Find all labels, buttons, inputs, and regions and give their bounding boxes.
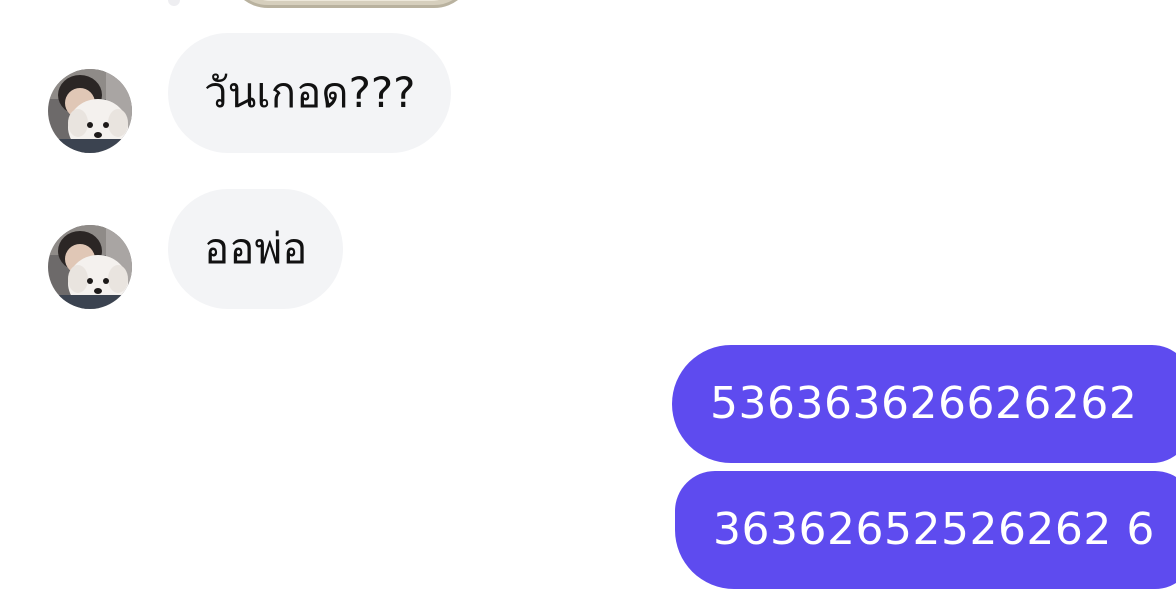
incoming-message-bubble[interactable]: วันเกอด??? <box>168 33 452 153</box>
message-text: วันเกอด??? <box>204 68 416 117</box>
chat-thread: วันเกอด??? ออพ่อ 536363626626262 3636265… <box>0 0 1176 590</box>
message-text: 536363626626262 <box>710 378 1138 429</box>
outgoing-message-bubble[interactable]: 536363626626262 <box>672 345 1176 463</box>
message-text: 36362652526262 6 <box>713 504 1155 555</box>
outgoing-message-bubble[interactable]: 36362652526262 6 <box>675 471 1176 589</box>
avatar-photo-icon <box>48 69 132 153</box>
incoming-message-bubble[interactable]: ออพ่อ <box>168 189 344 309</box>
message-tail-dot <box>168 0 180 6</box>
sender-avatar[interactable] <box>48 225 132 309</box>
image-preview <box>237 0 465 1</box>
sender-avatar[interactable] <box>48 69 132 153</box>
message-text: ออพ่อ <box>204 224 308 273</box>
avatar-photo-icon <box>48 225 132 309</box>
previous-image-attachment[interactable] <box>228 0 474 8</box>
